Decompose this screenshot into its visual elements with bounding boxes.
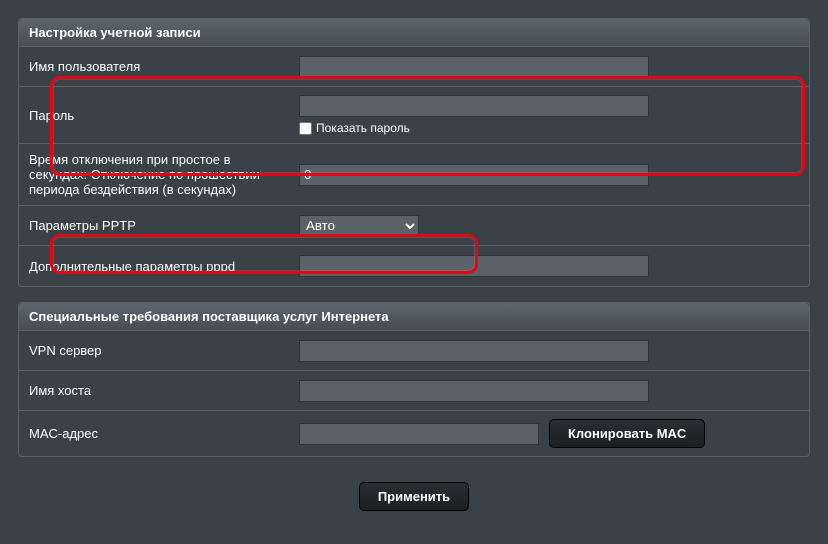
pppd-input[interactable] <box>299 255 649 277</box>
vpn-server-label: VPN сервер <box>29 343 299 358</box>
username-row: Имя пользователя <box>19 47 809 87</box>
isp-requirements-title: Специальные требования поставщика услуг … <box>19 303 809 331</box>
apply-button[interactable]: Применить <box>359 482 469 511</box>
clone-mac-button[interactable]: Клонировать MAC <box>549 419 705 448</box>
password-label: Пароль <box>29 108 299 123</box>
vpn-server-row: VPN сервер <box>19 331 809 371</box>
show-password-label: Показать пароль <box>316 121 410 135</box>
mac-address-label: MAC-адрес <box>29 426 299 441</box>
show-password-checkbox[interactable] <box>299 122 312 135</box>
mac-address-input[interactable] <box>299 423 539 445</box>
pppd-label: Дополнительные параметры pppd <box>29 259 299 274</box>
apply-row: Применить <box>18 472 810 516</box>
account-settings-panel: Настройка учетной записи Имя пользовател… <box>18 18 810 287</box>
hostname-row: Имя хоста <box>19 371 809 411</box>
pptp-label: Параметры PPTP <box>29 218 299 233</box>
account-settings-title: Настройка учетной записи <box>19 19 809 47</box>
idle-timeout-input[interactable] <box>299 164 649 186</box>
pptp-row: Параметры PPTP Авто <box>19 206 809 246</box>
username-input[interactable] <box>299 56 649 78</box>
password-input[interactable] <box>299 95 649 117</box>
hostname-input[interactable] <box>299 380 649 402</box>
mac-address-row: MAC-адрес Клонировать MAC <box>19 411 809 456</box>
vpn-server-input[interactable] <box>299 340 649 362</box>
pppd-row: Дополнительные параметры pppd <box>19 246 809 286</box>
pptp-select[interactable]: Авто <box>299 215 419 237</box>
idle-timeout-label: Время отключения при простое в секундах:… <box>29 152 299 197</box>
hostname-label: Имя хоста <box>29 383 299 398</box>
password-row: Пароль Показать пароль <box>19 87 809 144</box>
isp-requirements-panel: Специальные требования поставщика услуг … <box>18 302 810 457</box>
idle-timeout-row: Время отключения при простое в секундах:… <box>19 144 809 206</box>
username-label: Имя пользователя <box>29 59 299 74</box>
